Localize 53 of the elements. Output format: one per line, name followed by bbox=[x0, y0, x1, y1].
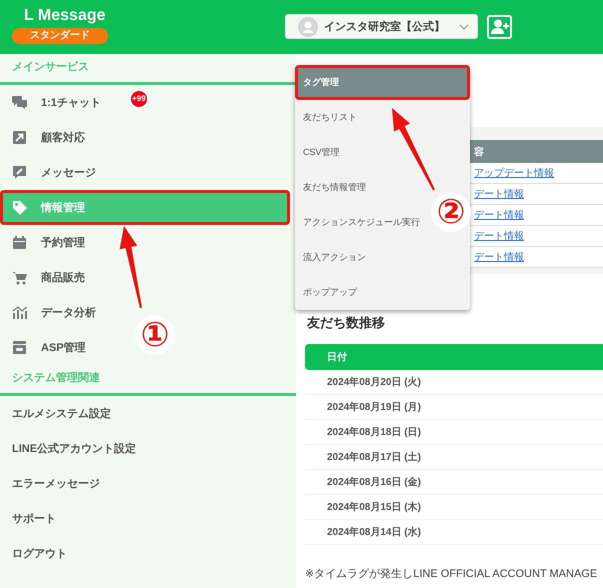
section-title: 友だち数推移 bbox=[306, 314, 386, 332]
table-cell-text: 2024年08月19日 (月) bbox=[327, 400, 421, 414]
menu-item[interactable]: 流入アクション bbox=[295, 240, 370, 275]
section-heading: システム管理関連 bbox=[0, 365, 296, 396]
pencil-bubble-icon bbox=[12, 165, 27, 180]
table-cell-text: 2024年08月18日 (日) bbox=[327, 426, 421, 439]
sidebar-item[interactable]: 予約管理 bbox=[0, 225, 93, 260]
column-heading: 日付 bbox=[327, 350, 347, 364]
arrow-square-icon bbox=[12, 130, 27, 145]
news-link[interactable]: デート情報 bbox=[474, 229, 524, 243]
column-heading: 容 bbox=[474, 145, 484, 158]
account-select[interactable]: インスタ研究室【公式】 bbox=[285, 14, 478, 39]
sidebar-item[interactable]: エラーメッセージ bbox=[0, 466, 108, 501]
menu-item[interactable]: 友だちリスト bbox=[295, 100, 361, 135]
sidebar-item[interactable]: メッセージ bbox=[0, 155, 104, 190]
section-heading: メインサービス bbox=[0, 54, 296, 85]
news-link[interactable]: デート情報 bbox=[474, 250, 524, 264]
avatar-icon bbox=[298, 16, 318, 36]
table-cell-text: 2024年08月14日 (水) bbox=[327, 526, 421, 539]
menu-item[interactable]: CSV管理 bbox=[295, 135, 344, 170]
menu-item[interactable]: 友だち情報管理 bbox=[295, 170, 370, 205]
sidebar-item[interactable]: 商品販売 bbox=[0, 260, 93, 295]
sidebar-item[interactable]: LINE公式アカウント設定 bbox=[0, 431, 144, 466]
footnote-text: ※タイムラグが発生しLINE OFFICIAL ACCOUNT MANAGE bbox=[305, 567, 598, 581]
news-link[interactable]: アップデート情報 bbox=[474, 166, 554, 180]
menu-item[interactable]: ポップアップ bbox=[295, 275, 361, 310]
sidebar-item[interactable]: 顧客対応 bbox=[0, 120, 93, 155]
chat-bubbles-icon bbox=[12, 95, 27, 110]
table-cell-text: 2024年08月16日 (金) bbox=[327, 476, 421, 489]
calendar-icon bbox=[12, 235, 27, 250]
sidebar-item[interactable]: 1:1チャット +99 bbox=[0, 85, 155, 120]
sidebar-item[interactable]: ASP管理 bbox=[0, 330, 94, 365]
tag-icon bbox=[12, 200, 27, 215]
table-cell-text: 2024年08月15日 (木) bbox=[327, 500, 421, 514]
menu-item[interactable]: アクションスケジュール実行 bbox=[295, 205, 424, 240]
menu-item[interactable]: タグ管理 bbox=[295, 65, 470, 100]
sidebar-item[interactable]: データ分析 bbox=[0, 295, 104, 330]
count-badge: +99 bbox=[130, 90, 147, 106]
plan-badge: スタンダード bbox=[12, 28, 108, 44]
news-link[interactable]: デート情報 bbox=[474, 187, 524, 201]
chevron-down-icon bbox=[459, 24, 469, 30]
table-cell-text: 2024年08月20日 (火) bbox=[327, 376, 421, 389]
user-plus-icon bbox=[490, 19, 508, 35]
sidebar-item[interactable]: ログアウト bbox=[0, 536, 75, 571]
logo-text: L Message bbox=[24, 6, 106, 24]
tray-icon bbox=[12, 340, 27, 355]
sidebar-item[interactable]: サポート bbox=[0, 501, 64, 536]
bar-chart-icon bbox=[12, 305, 27, 320]
sidebar-item[interactable]: エルメシステム設定 bbox=[0, 396, 119, 431]
news-link[interactable]: デート情報 bbox=[474, 208, 524, 222]
cart-icon bbox=[12, 270, 27, 285]
add-user-button[interactable] bbox=[487, 15, 512, 39]
table-cell-text: 2024年08月17日 (土) bbox=[327, 450, 421, 464]
